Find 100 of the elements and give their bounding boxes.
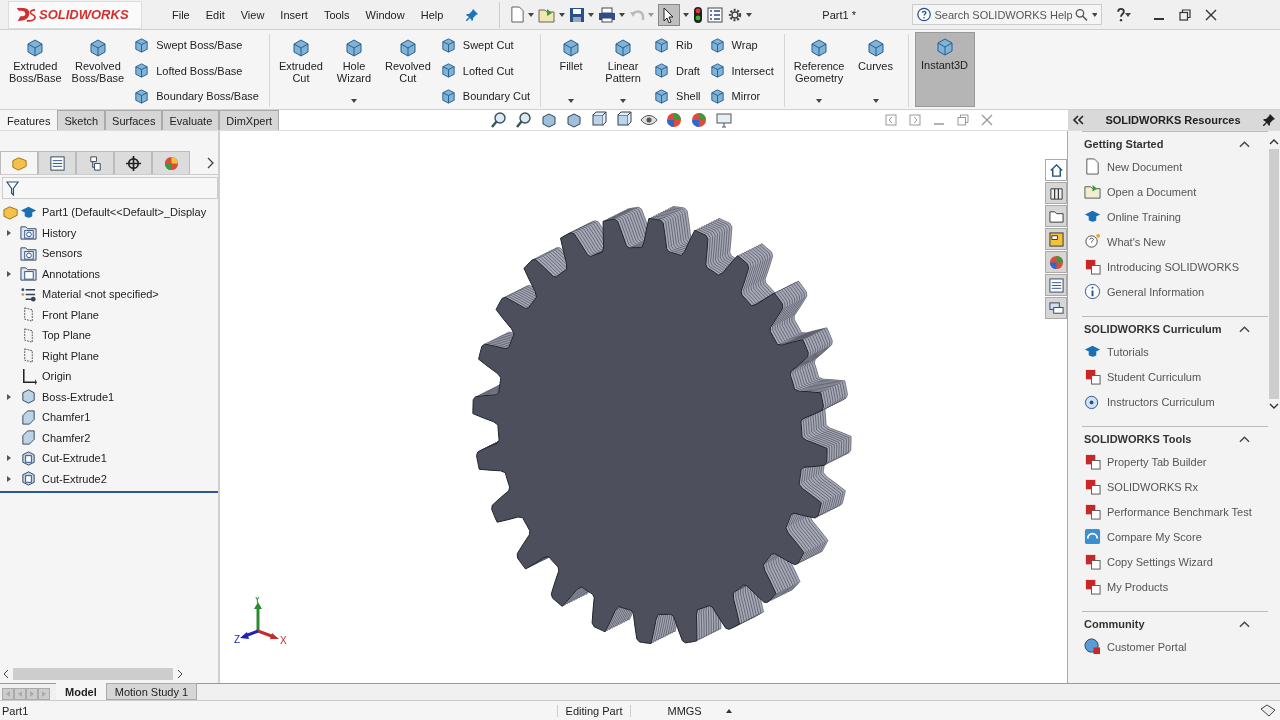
search-icon[interactable] [1075,7,1089,22]
expand-arrow-icon[interactable] [6,474,12,483]
ribbon-command[interactable]: Wrap [708,34,774,56]
list-icon[interactable] [707,6,724,23]
task-pane-tab[interactable] [1045,159,1067,181]
tree-item[interactable]: Chamfer1 [0,407,218,428]
pin-icon[interactable] [1262,113,1276,127]
menu-item[interactable]: Window [357,8,413,21]
menu-item[interactable]: Tools [315,8,358,21]
ribbon-command[interactable]: Swept Cut [439,34,531,56]
previous-icon[interactable] [885,114,897,126]
caret-up-icon[interactable] [725,708,732,713]
menu-item[interactable]: Insert [272,8,316,21]
caret-icon[interactable] [528,12,535,17]
tree-item[interactable]: Top Plane [0,325,218,346]
units-selector[interactable]: MMGS [667,704,702,717]
caret-icon[interactable] [1125,12,1132,17]
expand-arrow-icon[interactable] [6,392,12,401]
settings-icon[interactable] [727,6,744,23]
tree-item[interactable]: Cut-Extrude2 [0,468,218,489]
ribbon-command[interactable]: Mirror [708,85,774,107]
ribbon-command[interactable]: Hole Wizard [329,34,378,107]
scrollbar-thumb[interactable] [1269,149,1279,399]
task-pane-tab[interactable] [1045,205,1067,227]
command-tab[interactable]: Sketch [57,110,106,130]
command-tab[interactable]: Evaluate [162,110,220,130]
menu-item[interactable]: Edit [197,8,233,21]
ribbon-command[interactable]: Draft [653,59,701,82]
caret-icon[interactable] [620,99,627,103]
tag-icon[interactable] [1260,703,1276,718]
panel-tab[interactable] [76,151,114,174]
ribbon-command[interactable]: Lofted Cut [439,59,531,82]
menu-item[interactable]: Help [412,8,452,21]
caret-icon[interactable] [559,12,566,17]
restore-icon[interactable] [1179,8,1192,21]
expand-arrow-icon[interactable] [6,454,12,463]
zoom-area-icon[interactable] [515,111,533,129]
expand-arrow-icon[interactable] [6,269,12,278]
ribbon-command[interactable]: Intersect [708,59,774,82]
filter-field[interactable] [2,177,218,199]
caret-icon[interactable] [588,12,595,17]
tree-item[interactable]: Cut-Extrude1 [0,448,218,469]
collapse-icon[interactable] [1239,435,1250,443]
command-tab[interactable]: Surfaces [105,110,163,130]
ribbon-command[interactable]: Shell [653,85,701,107]
model-tab[interactable]: Motion Study 1 [105,683,198,700]
resource-link[interactable]: Open a Document [1082,179,1268,204]
caret-icon[interactable] [683,12,690,17]
tree-item[interactable]: Boss-Extrude1 [0,386,218,407]
resource-link[interactable]: What's New [1082,229,1268,254]
print-icon[interactable] [598,6,617,23]
menu-item[interactable]: File [164,8,198,21]
cube-icon[interactable] [590,111,608,129]
tree-item[interactable]: Part1 (Default<<Default>_Display [0,202,218,223]
chevron-right-icon[interactable] [206,156,214,169]
ribbon-command[interactable]: Lofted Boss/Base [133,59,259,82]
collapse-icon[interactable] [1239,325,1250,333]
caret-icon[interactable] [872,99,879,103]
task-pane-tab[interactable] [1045,274,1067,296]
collapse-icon[interactable] [1239,620,1250,628]
tree-item[interactable]: Front Plane [0,304,218,325]
ribbon-command[interactable]: Linear Pattern [599,34,648,107]
task-pane-tab[interactable] [1045,182,1067,204]
ribbon-command[interactable]: Fillet [547,34,596,107]
tree-item[interactable]: Origin [0,366,218,387]
tree-item[interactable]: Chamfer2 [0,427,218,448]
ribbon-command[interactable]: Curves [851,34,900,107]
caret-icon[interactable] [568,99,575,103]
monitor-icon[interactable] [715,111,733,129]
close-icon[interactable] [1205,8,1218,21]
expand-arrow-icon[interactable] [6,228,12,237]
collapse-icon[interactable] [1239,140,1250,148]
ribbon-command[interactable]: Reference Geometry [790,34,848,107]
cube-icon[interactable] [615,111,633,129]
search-input[interactable]: Search SOLIDWORKS Help [934,8,1073,21]
ribbon-command[interactable]: Instant3D [914,32,975,107]
ribbon-command[interactable]: Extruded Cut [275,34,326,107]
search-field[interactable]: Search SOLIDWORKS Help [912,4,1103,25]
resource-link[interactable]: Performance Benchmark Test [1082,499,1268,524]
caret-icon[interactable] [619,12,626,17]
command-tab[interactable]: DimXpert [219,110,280,130]
scroll-up-icon[interactable] [1269,139,1279,145]
traffic-light-icon[interactable] [693,5,704,24]
scroll-left-icon[interactable] [3,669,9,679]
ribbon-command[interactable]: Boundary Boss/Base [133,85,259,107]
caret-icon[interactable] [746,12,753,17]
ribbon-command[interactable]: Revolved Boss/Base [68,34,128,107]
task-pane-tab[interactable] [1045,297,1067,319]
resource-link[interactable]: Tutorials [1082,339,1268,364]
resource-link[interactable]: Student Curriculum [1082,364,1268,389]
resource-link[interactable]: Customer Portal [1082,634,1268,659]
ribbon-command[interactable]: Rib [653,34,701,56]
resource-link[interactable]: Online Training [1082,204,1268,229]
scroll-down-icon[interactable] [1269,403,1279,409]
tree-item[interactable]: Material <not specified> [0,284,218,305]
appearance-sphere-icon[interactable] [665,111,683,129]
ribbon-command[interactable]: Swept Boss/Base [133,34,259,56]
scrollbar-thumb[interactable] [13,668,173,680]
tree-item[interactable]: Right Plane [0,345,218,366]
caret-icon[interactable] [1091,12,1098,17]
